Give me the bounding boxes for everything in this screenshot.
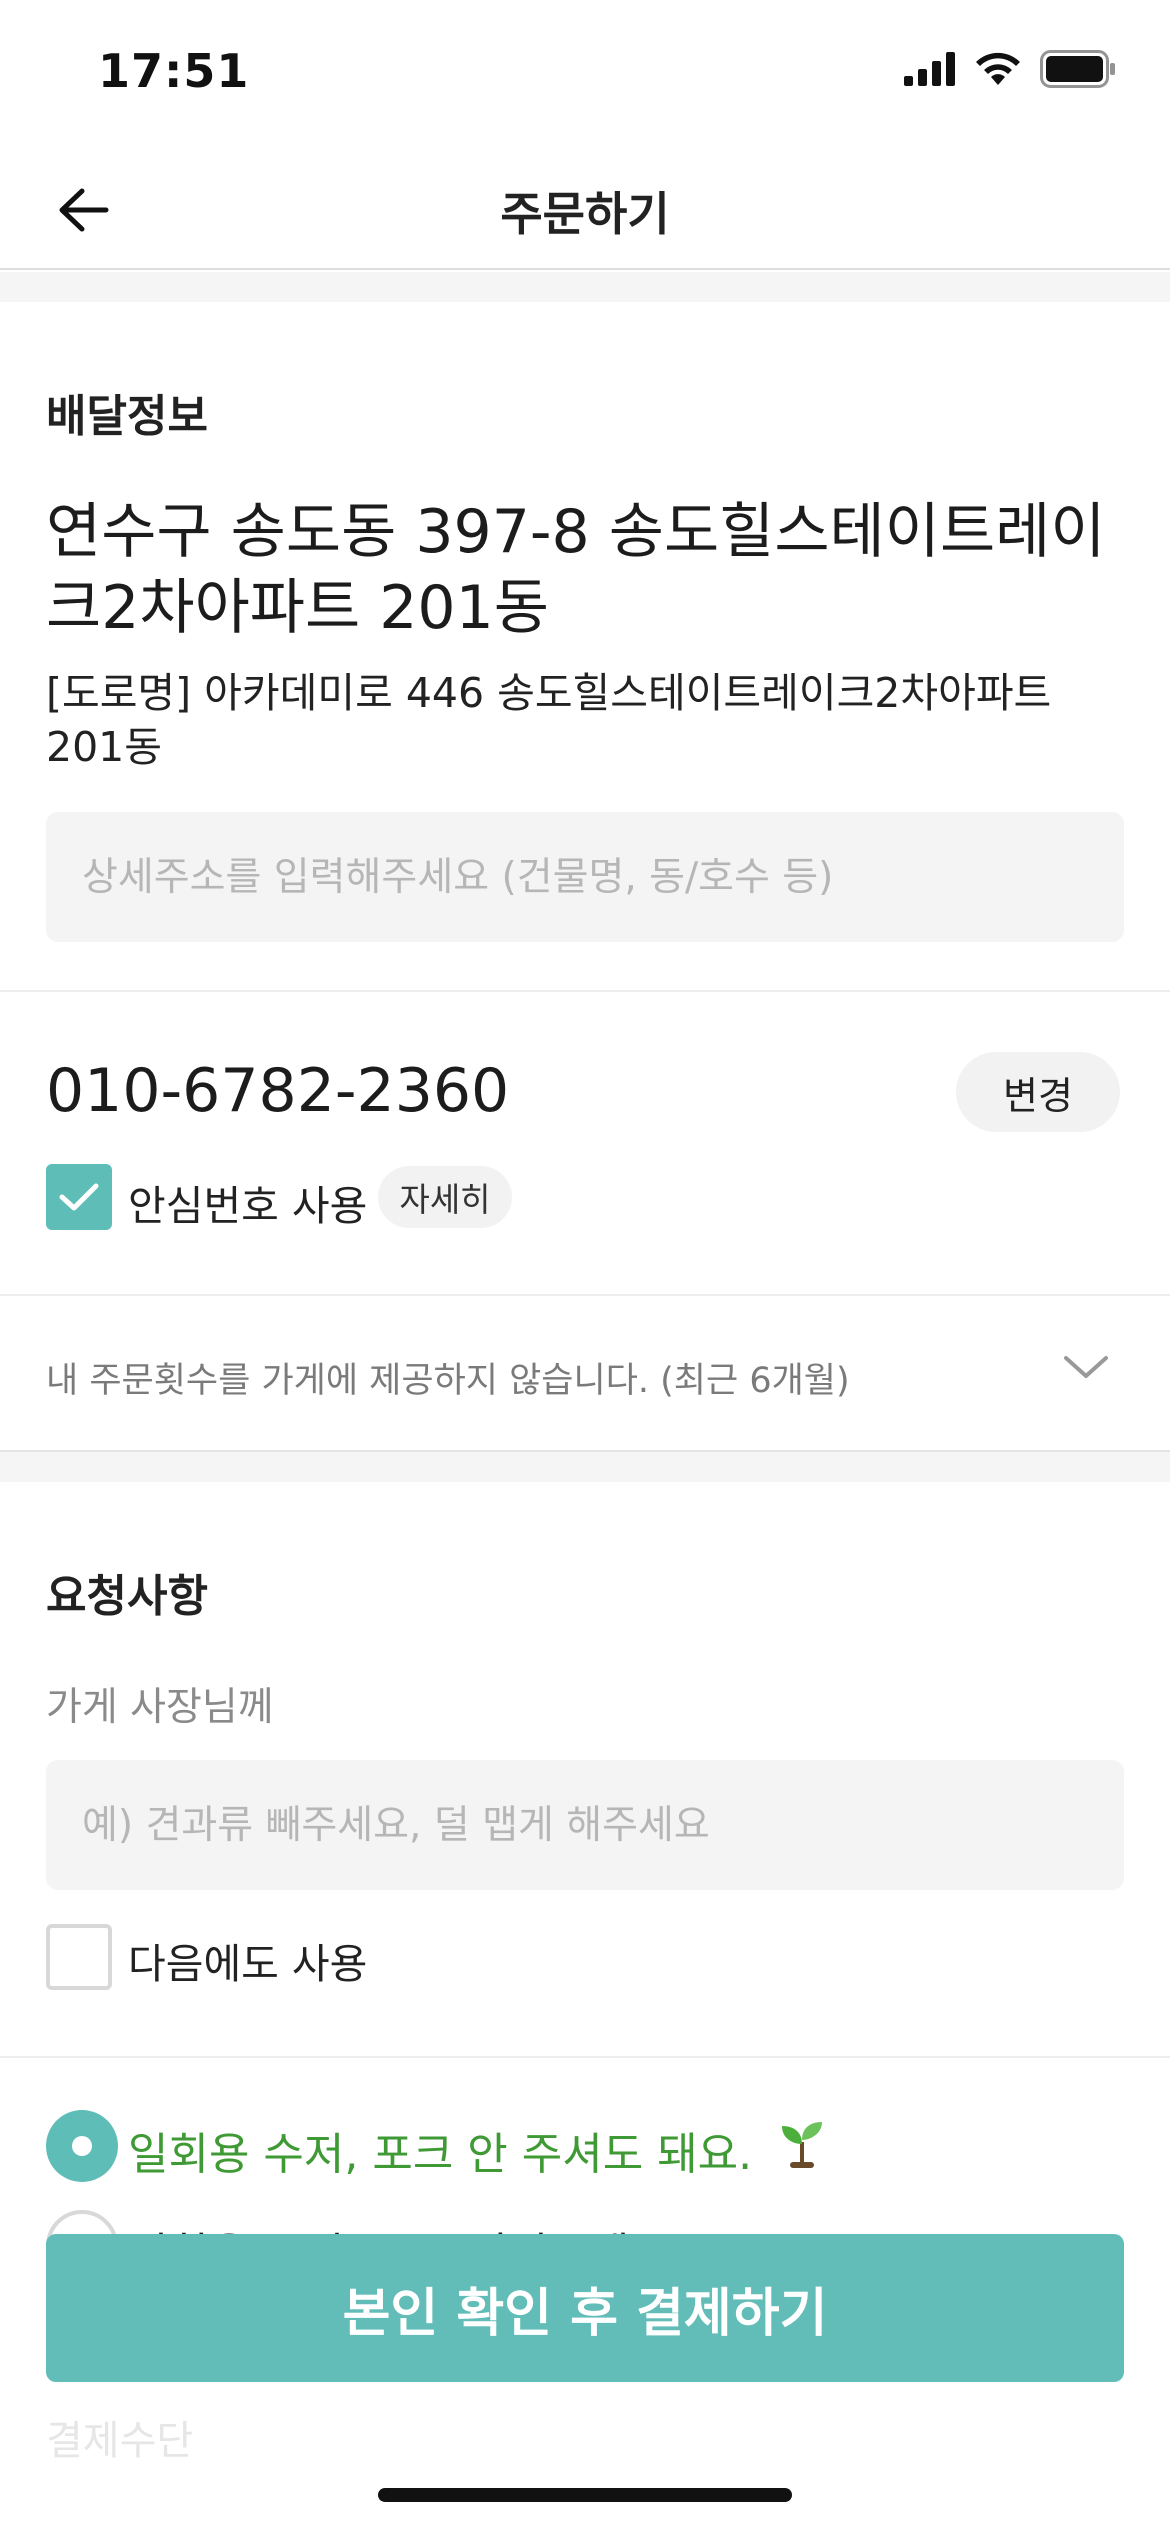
signal-icon (904, 52, 955, 86)
status-icons (904, 50, 1116, 88)
status-bar: 17:51 (0, 0, 1170, 140)
wifi-icon (976, 52, 1020, 85)
sprout-icon (782, 2122, 822, 2168)
safe-number-label: 안심번호 사용 (128, 1182, 368, 1230)
check-icon (59, 1183, 99, 1211)
no-cutlery-radio[interactable] (46, 2110, 118, 2182)
page-title: 주문하기 (500, 187, 670, 241)
detail-address-input[interactable] (46, 812, 1124, 942)
owner-request-input[interactable] (46, 1760, 1124, 1890)
phone-number: 010-6782-2360 (46, 1056, 510, 1126)
no-cutlery-label: 일회용 수저, 포크 안 주셔도 돼요. (128, 2129, 753, 2180)
nav-bar: 주문하기 (0, 140, 1170, 270)
section-gap (0, 272, 1170, 302)
reuse-request-label: 다음에도 사용 (128, 1940, 368, 1988)
safe-number-detail-button[interactable]: 자세히 (378, 1166, 512, 1228)
order-page: 17:51 주문하기 배달정보 연수구 송도동 397-8 송도힐스테이트레이크… (0, 0, 1170, 2532)
owner-request-label: 가게 사장님께 (46, 1685, 274, 1730)
divider (0, 2056, 1170, 2058)
chevron-down-icon (1064, 1356, 1108, 1378)
change-phone-button[interactable]: 변경 (956, 1052, 1120, 1132)
reuse-request-checkbox[interactable] (46, 1924, 112, 1990)
delivery-heading: 배달정보 (46, 391, 208, 442)
section-gap (0, 1452, 1170, 1482)
privacy-notice: 내 주문횟수를 가게에 제공하지 않습니다. (최근 6개월) (46, 1361, 850, 1401)
pay-button[interactable]: 본인 확인 후 결제하기 (46, 2234, 1124, 2382)
safe-number-checkbox[interactable] (46, 1164, 112, 1230)
battery-icon (1040, 50, 1115, 88)
home-indicator (378, 2488, 792, 2502)
address-road: [도로명] 아카데미로 446 송도힐스테이트레이크2차아파트 201동 (46, 669, 1052, 771)
divider (0, 1294, 1170, 1296)
payment-section-label: 결제수단 (46, 2418, 194, 2464)
privacy-expand-toggle[interactable] (1062, 1352, 1110, 1386)
address-main: 연수구 송도동 397-8 송도힐스테이트레이크2차아파트 201동 (46, 497, 1106, 643)
request-heading: 요청사항 (46, 1571, 208, 1622)
status-time: 17:51 (98, 44, 250, 98)
divider (0, 990, 1170, 992)
radio-dot (72, 2136, 92, 2156)
